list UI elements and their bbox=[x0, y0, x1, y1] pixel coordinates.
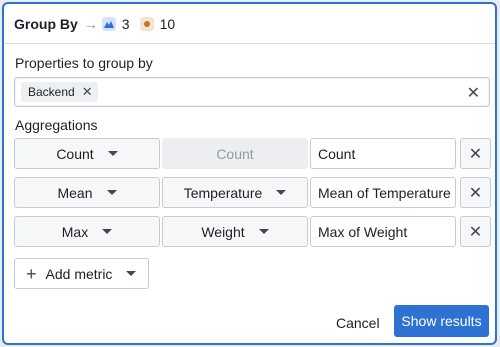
property-select[interactable]: Temperature bbox=[162, 177, 308, 208]
group-by-tag: Backend ✕ bbox=[21, 82, 98, 102]
tag-label: Backend bbox=[28, 85, 75, 99]
aggregations-label: Aggregations bbox=[15, 117, 98, 133]
function-select[interactable]: Count bbox=[14, 138, 160, 169]
value-dot-icon bbox=[139, 16, 154, 31]
tag-remove-icon[interactable]: ✕ bbox=[82, 84, 93, 100]
aggregation-row: Mean Temperature Mean of Temperature ✕ bbox=[14, 177, 491, 208]
plus-icon: + bbox=[26, 263, 37, 284]
object-count: 3 bbox=[121, 15, 130, 32]
property-label: Weight bbox=[201, 223, 245, 240]
clear-icon[interactable]: ✕ bbox=[467, 83, 480, 103]
metric-name-input[interactable]: Mean of Temperature bbox=[310, 177, 456, 208]
function-label: Max bbox=[61, 223, 89, 240]
cancel-button[interactable]: Cancel bbox=[336, 315, 380, 331]
property-select[interactable]: Weight bbox=[162, 216, 308, 247]
remove-metric-button[interactable]: ✕ bbox=[460, 138, 491, 169]
metric-name-input[interactable]: Count bbox=[310, 138, 456, 169]
remove-metric-button[interactable]: ✕ bbox=[460, 177, 491, 208]
function-label: Count bbox=[56, 145, 94, 162]
property-select-disabled: Count bbox=[162, 138, 308, 169]
add-metric-button[interactable]: + Add metric bbox=[14, 258, 149, 289]
caret-down-icon bbox=[276, 190, 287, 195]
caret-down-icon bbox=[258, 229, 269, 234]
function-select[interactable]: Max bbox=[14, 216, 160, 247]
show-results-button[interactable]: Show results bbox=[394, 305, 489, 337]
property-label: Temperature bbox=[183, 184, 263, 201]
group-by-input[interactable]: Backend ✕ ✕ bbox=[14, 77, 490, 107]
function-label: Mean bbox=[57, 184, 93, 201]
aggregation-row: Max Weight Max of Weight ✕ bbox=[14, 216, 491, 247]
metric-name-input[interactable]: Max of Weight bbox=[310, 216, 456, 247]
dialog-title: Group By bbox=[14, 15, 78, 32]
group-by-dialog: Group By → 3 10 Properties to group by B… bbox=[2, 2, 497, 345]
object-set-icon bbox=[101, 16, 116, 31]
caret-down-icon bbox=[126, 271, 137, 276]
function-select[interactable]: Mean bbox=[14, 177, 160, 208]
remove-metric-button[interactable]: ✕ bbox=[460, 216, 491, 247]
caret-down-icon bbox=[102, 229, 113, 234]
aggregation-row: Count Count Count ✕ bbox=[14, 138, 491, 169]
caret-down-icon bbox=[106, 190, 117, 195]
property-label: Count bbox=[216, 145, 254, 162]
add-metric-label: Add metric bbox=[45, 265, 113, 282]
caret-down-icon bbox=[107, 151, 118, 156]
arrow-right-icon: → bbox=[83, 15, 98, 32]
group-by-label: Properties to group by bbox=[15, 55, 153, 71]
dialog-header: Group By → 3 10 bbox=[4, 4, 495, 44]
value-count: 10 bbox=[159, 15, 176, 32]
